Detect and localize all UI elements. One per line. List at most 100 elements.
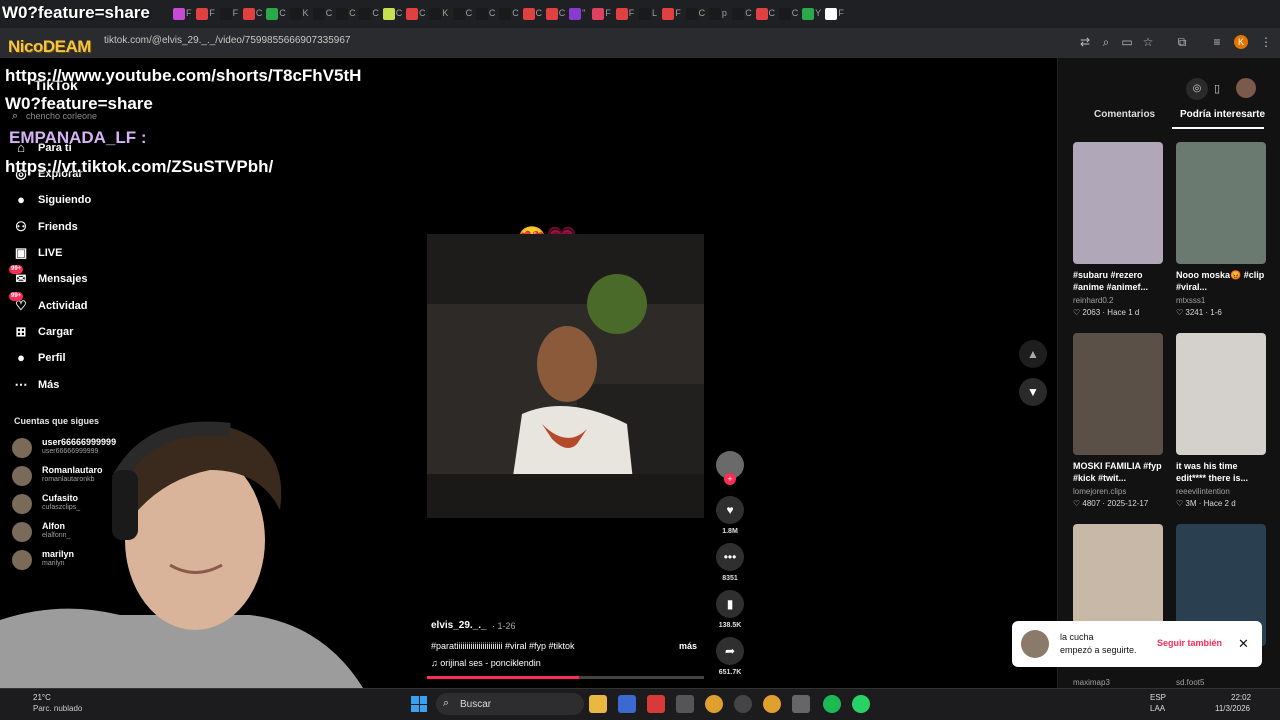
browser-tab[interactable]: C bbox=[753, 6, 775, 22]
browser-tab[interactable]: C bbox=[310, 6, 332, 22]
tab-title: C bbox=[465, 8, 473, 18]
spotify-icon[interactable] bbox=[823, 695, 841, 713]
browser-tab[interactable]: F bbox=[659, 6, 681, 22]
browser-tab[interactable]: F bbox=[613, 6, 635, 22]
save-action[interactable]: ▮ 138.5K bbox=[716, 590, 744, 629]
browser-tab[interactable]: C bbox=[496, 6, 519, 22]
cast-icon[interactable]: ▭ bbox=[1120, 35, 1134, 49]
tab-title: F bbox=[605, 8, 611, 18]
zoom-icon[interactable]: ⌕ bbox=[1099, 35, 1113, 49]
browser-tab[interactable]: " bbox=[566, 6, 588, 22]
share-icon[interactable]: ➦ bbox=[716, 637, 744, 665]
tab-interest[interactable]: Podría interesarte bbox=[1180, 109, 1265, 120]
prev-video-button[interactable]: ▲ bbox=[1019, 340, 1047, 368]
more-button[interactable]: más bbox=[679, 641, 697, 651]
video-author[interactable]: elvis_29._._ bbox=[431, 620, 487, 631]
weather-desc[interactable]: Parc. nublado bbox=[33, 704, 82, 713]
share-action[interactable]: ➦ 651.7K bbox=[716, 637, 744, 676]
browser-tab[interactable]: F bbox=[589, 6, 611, 22]
language-layout[interactable]: LAA bbox=[1150, 704, 1165, 713]
browser-tab[interactable]: Y bbox=[799, 6, 821, 22]
browser-tab[interactable]: C bbox=[240, 6, 262, 22]
app-icon[interactable] bbox=[618, 695, 636, 713]
follow-back-button[interactable]: Seguir también bbox=[1157, 638, 1222, 648]
tab-favicon-icon bbox=[592, 8, 605, 20]
clock-date[interactable]: 11/3/2026 bbox=[1215, 704, 1250, 713]
taskbar-search[interactable] bbox=[436, 693, 584, 715]
video-thumbnail[interactable] bbox=[1073, 333, 1163, 455]
sidebar-item-actividad[interactable]: ♡ 99+ Actividad bbox=[9, 292, 132, 317]
like-action[interactable]: ♥ 1.8M bbox=[716, 496, 744, 535]
browser-tab[interactable]: C bbox=[333, 6, 356, 22]
sidebar-item-perfil[interactable]: ● Perfil bbox=[12, 347, 132, 369]
sidebar-item-friends[interactable]: ⚇ Friends bbox=[12, 216, 132, 238]
video-player[interactable] bbox=[427, 234, 704, 518]
sidebar-item-live[interactable]: ▣ LIVE bbox=[12, 242, 132, 264]
clock-time[interactable]: 22:02 bbox=[1231, 693, 1251, 702]
comment-action[interactable]: ••• 8351 bbox=[716, 543, 744, 582]
comment-icon[interactable]: ••• bbox=[716, 543, 744, 571]
browser-tab[interactable]: C bbox=[450, 6, 472, 22]
tab-comments[interactable]: Comentarios bbox=[1094, 109, 1155, 120]
video-thumbnail[interactable] bbox=[1176, 333, 1266, 455]
video-thumbnail[interactable] bbox=[1176, 142, 1266, 264]
browser-tab[interactable]: F bbox=[193, 6, 215, 22]
menu-kebab-icon[interactable]: ⋮ bbox=[1259, 35, 1273, 49]
reading-list-icon[interactable]: ≡ bbox=[1210, 35, 1224, 49]
recommended-video-card[interactable]: Nooo moska😡 #clip #viral... mtxsss1 ♡ 3241… bbox=[1176, 142, 1266, 317]
follow-plus-icon[interactable]: + bbox=[724, 473, 736, 485]
app-red-icon[interactable] bbox=[647, 695, 665, 713]
recommended-video-card[interactable]: #subaru #rezero #anime #animef... reinhar… bbox=[1073, 142, 1163, 317]
extensions-icon[interactable]: ⧉ bbox=[1175, 35, 1189, 49]
close-icon[interactable]: ✕ bbox=[1238, 636, 1249, 652]
weather-temp[interactable]: 21°C bbox=[33, 693, 51, 702]
browser-tab[interactable]: F bbox=[170, 6, 192, 22]
device-icon[interactable]: ▯ bbox=[1206, 78, 1228, 100]
bookmark-icon[interactable]: ▮ bbox=[716, 590, 744, 618]
author-avatar-action[interactable]: + bbox=[716, 451, 744, 485]
browser-tab[interactable]: C bbox=[683, 6, 705, 22]
windows-start-icon[interactable] bbox=[411, 696, 427, 712]
heart-icon[interactable]: ♥ bbox=[716, 496, 744, 524]
language-code[interactable]: ESP bbox=[1150, 693, 1166, 702]
bookmark-star-icon[interactable]: ☆ bbox=[1141, 35, 1155, 49]
browser-tab[interactable]: C bbox=[520, 6, 542, 22]
browser-tab[interactable]: C bbox=[356, 6, 379, 22]
sidebar-item-mensajes[interactable]: ✉ 99+ Mensajes bbox=[9, 265, 132, 290]
obs-icon[interactable] bbox=[734, 695, 752, 713]
browser-tab[interactable]: K bbox=[287, 6, 309, 22]
browser-tab[interactable]: C bbox=[473, 6, 495, 22]
coin-icon[interactable]: ◎ bbox=[1186, 78, 1208, 100]
browser-tab[interactable]: p bbox=[706, 6, 728, 22]
browser-tab[interactable]: K bbox=[426, 6, 448, 22]
chrome-active-icon[interactable] bbox=[763, 695, 781, 713]
browser-tab[interactable]: C bbox=[403, 6, 426, 22]
chrome-icon[interactable] bbox=[705, 695, 723, 713]
tab-favicon-icon bbox=[242, 8, 255, 20]
translate-icon[interactable]: ⇄ bbox=[1078, 35, 1092, 49]
browser-tab[interactable]: C bbox=[729, 6, 752, 22]
recommended-video-card[interactable]: MOSKI FAMILIA #fyp #kick #twit... lomejor… bbox=[1073, 333, 1163, 508]
sidebar-item-siguiendo[interactable]: ● Siguiendo bbox=[12, 189, 132, 211]
video-thumbnail[interactable] bbox=[1073, 142, 1163, 264]
browser-tab[interactable]: C bbox=[263, 6, 286, 22]
next-video-button[interactable]: ▼ bbox=[1019, 378, 1047, 406]
recommended-video-card[interactable]: maximap3♡ 244.1K · Hace 1 d bbox=[1073, 524, 1163, 699]
user-avatar[interactable] bbox=[1236, 78, 1256, 98]
window-icon[interactable] bbox=[792, 695, 810, 713]
whatsapp-icon[interactable] bbox=[852, 695, 870, 713]
profile-avatar[interactable]: K bbox=[1234, 35, 1248, 49]
recommended-video-card[interactable]: it was his time edit**** there is... reee… bbox=[1176, 333, 1266, 508]
store-icon[interactable] bbox=[676, 695, 694, 713]
browser-tab[interactable]: C bbox=[380, 6, 402, 22]
sound-link[interactable]: ♫ orijinal ses - ponciklendin bbox=[431, 658, 541, 668]
browser-tab[interactable]: F bbox=[822, 6, 844, 22]
browser-tab[interactable]: L bbox=[636, 6, 658, 22]
browser-tab[interactable]: F bbox=[217, 6, 239, 22]
file-explorer-icon[interactable] bbox=[589, 695, 607, 713]
sidebar-item-cargar[interactable]: ⊞ Cargar bbox=[12, 321, 132, 343]
browser-tab[interactable]: C bbox=[776, 6, 798, 22]
browser-tab[interactable]: C bbox=[543, 6, 565, 22]
url-field[interactable]: tiktok.com/@elvis_29._._/video/759985566… bbox=[104, 35, 350, 46]
sidebar-item-m-s[interactable]: ⋯ Más bbox=[12, 374, 132, 396]
